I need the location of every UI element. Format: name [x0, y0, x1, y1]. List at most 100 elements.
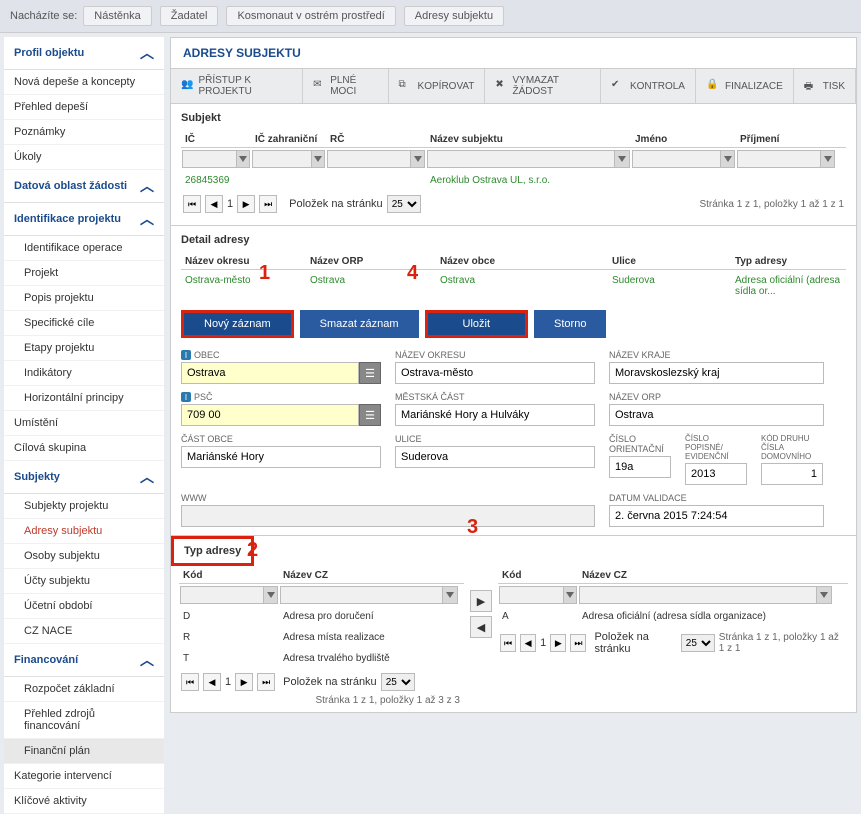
move-right-button[interactable]: ▶	[470, 590, 492, 612]
sidebar-item[interactable]: Identifikace operace	[4, 236, 164, 261]
sidebar-item[interactable]: Rozpočet základní	[4, 677, 164, 702]
filter-icon[interactable]	[821, 150, 835, 168]
input-kraj[interactable]	[609, 362, 824, 384]
filter-input[interactable]	[579, 586, 817, 604]
breadcrumb-item[interactable]: Kosmonaut v ostrém prostředí	[226, 6, 395, 26]
table-row[interactable]: DAdresa pro doručení	[179, 606, 464, 627]
filter-icon[interactable]	[564, 586, 577, 604]
filter-input[interactable]	[499, 586, 564, 604]
filter-input[interactable]	[182, 150, 237, 168]
input-castobce[interactable]	[181, 446, 381, 468]
smazat-zaznam-button[interactable]: Smazat záznam	[300, 310, 419, 338]
breadcrumb-item[interactable]: Nástěnka	[83, 6, 151, 26]
filter-input[interactable]	[632, 150, 721, 168]
input-cislo-pop[interactable]	[685, 463, 747, 485]
filter-icon[interactable]	[615, 150, 630, 168]
input-kod-druhu[interactable]	[761, 463, 823, 485]
input-mestska[interactable]	[395, 404, 595, 426]
col-nazev[interactable]: Název CZ	[578, 566, 833, 583]
table-row[interactable]: RAdresa místa realizace	[179, 627, 464, 648]
pager-size[interactable]: 25	[387, 195, 421, 213]
toolbar-tisk[interactable]: 🖶TISK	[794, 69, 856, 103]
sidebar-item[interactable]: Subjekty projektu	[4, 494, 164, 519]
input-www[interactable]	[181, 505, 595, 527]
col-nazev[interactable]: Název subjektu	[426, 130, 631, 147]
pager-next[interactable]: ▶	[235, 673, 253, 691]
toolbar-kontrola[interactable]: ✔KONTROLA	[601, 69, 696, 103]
table-row[interactable]: AAdresa oficiální (adresa sídla organiza…	[498, 606, 848, 627]
sidebar-item[interactable]: Klíčové aktivity	[4, 789, 164, 814]
toolbar-plnemoci[interactable]: ✉PLNÉ MOCI	[303, 69, 388, 103]
filter-icon[interactable]	[312, 150, 325, 168]
sidebar-item[interactable]: Popis projektu	[4, 286, 164, 311]
filter-input[interactable]	[180, 586, 264, 604]
sidebar-group-profil[interactable]: Profil objektu︿	[4, 37, 164, 70]
sidebar-item[interactable]: Finanční plán	[4, 739, 164, 764]
filter-icon[interactable]	[264, 586, 278, 604]
sidebar-item[interactable]: Etapy projektu	[4, 336, 164, 361]
pager-first[interactable]: ⏮	[500, 634, 516, 652]
sidebar-group-identifikace[interactable]: Identifikace projektu︿	[4, 203, 164, 236]
filter-input[interactable]	[252, 150, 312, 168]
filter-icon[interactable]	[443, 586, 458, 604]
col-kod[interactable]: Kód	[179, 566, 279, 583]
lookup-icon[interactable]: ☰	[359, 362, 381, 384]
pager-last[interactable]: ⏭	[259, 195, 277, 213]
filter-input[interactable]	[280, 586, 443, 604]
filter-input[interactable]	[427, 150, 615, 168]
ulozit-button[interactable]: Uložit	[425, 310, 529, 338]
col-rc[interactable]: RČ	[326, 130, 426, 147]
pager-next[interactable]: ▶	[550, 634, 566, 652]
detail-row[interactable]: Ostrava-město Ostrava Ostrava Suderova A…	[181, 270, 846, 302]
sidebar-item[interactable]: Kategorie intervencí	[4, 764, 164, 789]
subjekt-row[interactable]: 26845369 Aeroklub Ostrava UL, s.r.o.	[181, 170, 846, 191]
input-okres[interactable]	[395, 362, 595, 384]
pager-size[interactable]: 25	[381, 673, 415, 691]
pager-prev[interactable]: ◀	[203, 673, 221, 691]
col-prijmeni[interactable]: Příjmení	[736, 130, 836, 147]
pager-prev[interactable]: ◀	[205, 195, 223, 213]
input-ulice[interactable]	[395, 446, 595, 468]
breadcrumb-item[interactable]: Žadatel	[160, 6, 219, 26]
filter-icon[interactable]	[721, 150, 735, 168]
filter-input[interactable]	[737, 150, 821, 168]
sidebar-item[interactable]: Specifické cíle	[4, 311, 164, 336]
pager-last[interactable]: ⏭	[570, 634, 586, 652]
col[interactable]: Ulice	[608, 252, 731, 269]
move-left-button[interactable]: ◀	[470, 616, 492, 638]
col-nazev[interactable]: Název CZ	[279, 566, 459, 583]
sidebar-item[interactable]: CZ NACE	[4, 619, 164, 644]
sidebar-item[interactable]: Cílová skupina	[4, 436, 164, 461]
sidebar-item[interactable]: Účty subjektu	[4, 569, 164, 594]
pager-last[interactable]: ⏭	[257, 673, 275, 691]
input-orp[interactable]	[609, 404, 824, 426]
pager-prev[interactable]: ◀	[520, 634, 536, 652]
filter-icon[interactable]	[411, 150, 425, 168]
col-jmeno[interactable]: Jméno	[631, 130, 736, 147]
table-row[interactable]: TAdresa trvalého bydliště	[179, 648, 464, 669]
sidebar-item-active[interactable]: Adresy subjektu	[4, 519, 164, 544]
col[interactable]: Název obce	[436, 252, 608, 269]
col-ic-zahr[interactable]: IČ zahraniční	[251, 130, 326, 147]
sidebar-item[interactable]: Horizontální principy	[4, 386, 164, 411]
col[interactable]: Název okresu	[181, 252, 306, 269]
sidebar-item[interactable]: Přehled depeší	[4, 95, 164, 120]
pager-size[interactable]: 25	[681, 634, 715, 652]
sidebar-item[interactable]: Poznámky	[4, 120, 164, 145]
sidebar-item[interactable]: Indikátory	[4, 361, 164, 386]
novy-zaznam-button[interactable]: Nový záznam	[181, 310, 294, 338]
sidebar-item[interactable]: Nová depeše a koncepty	[4, 70, 164, 95]
filter-icon[interactable]	[817, 586, 832, 604]
toolbar-kopirovat[interactable]: ⧉KOPÍROVAT	[389, 69, 486, 103]
toolbar-finalizace[interactable]: 🔒FINALIZACE	[696, 69, 794, 103]
sidebar-item[interactable]: Osoby subjektu	[4, 544, 164, 569]
pager-next[interactable]: ▶	[237, 195, 255, 213]
input-psc[interactable]	[181, 404, 359, 426]
pager-first[interactable]: ⏮	[183, 195, 201, 213]
pager-first[interactable]: ⏮	[181, 673, 199, 691]
input-obec[interactable]	[181, 362, 359, 384]
sidebar-item[interactable]: Projekt	[4, 261, 164, 286]
sidebar-group-subjekty[interactable]: Subjekty︿	[4, 461, 164, 494]
toolbar-vymazat[interactable]: ✖VYMAZAT ŽÁDOST	[485, 69, 601, 103]
filter-input[interactable]	[327, 150, 411, 168]
